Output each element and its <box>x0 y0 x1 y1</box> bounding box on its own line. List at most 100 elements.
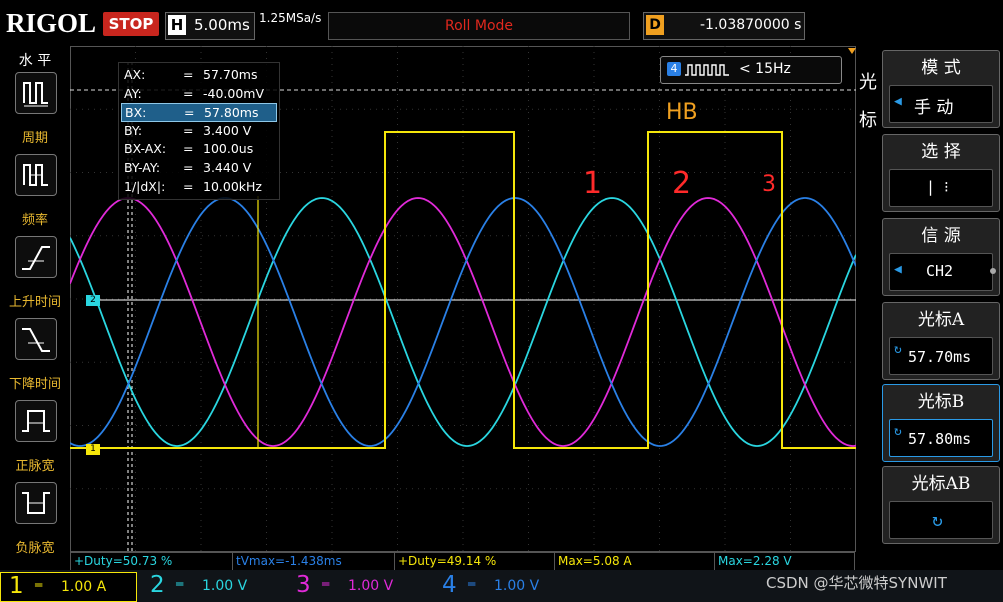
period-button[interactable] <box>15 72 57 114</box>
cursor-readout-row: AX: = 57.70ms <box>121 66 275 83</box>
negative-width-icon <box>22 492 50 514</box>
readout-key: BY: <box>124 122 143 138</box>
timebase-value: 5.00ms <box>194 16 250 34</box>
negative-width-label: 负脉宽 <box>15 541 55 556</box>
rotate-knob-icon: ↻ <box>932 510 943 531</box>
rise-time-button[interactable] <box>15 236 57 278</box>
trigger-status-box[interactable]: 4 < 15Hz <box>660 56 842 84</box>
readout-value: 57.70ms <box>203 67 258 82</box>
readout-value: 3.440 V <box>203 160 252 175</box>
pulse-train-icon <box>685 64 729 76</box>
readout-key: BX: <box>125 105 147 121</box>
coupling-icon: ═ <box>322 577 330 591</box>
cursor-readout-row: BY-AY: = 3.440 V <box>121 159 275 176</box>
timebase-key: H <box>168 15 186 35</box>
readout-equals: = <box>183 178 194 194</box>
delay-box[interactable]: D -1.03870000 s <box>643 12 805 40</box>
fall-time-button[interactable] <box>15 318 57 360</box>
cursor-readout-panel: AX: = 57.70ms AY: = -40.00mV BX: = 57.80ms BY: = 3.… <box>118 62 280 200</box>
readout-key: AX: <box>124 67 146 82</box>
channel-number: 4 <box>442 572 457 598</box>
readout-equals: = <box>184 105 195 121</box>
cursor-readout-row: BX: = 57.80ms <box>121 103 277 123</box>
side-label-1: 光 <box>859 72 877 93</box>
select-value: | ⁝ <box>926 178 949 196</box>
frequency-label: 频率 <box>21 213 48 228</box>
measurement-ch2-max[interactable]: Max=2.28 V <box>714 552 855 571</box>
readout-value: 57.80ms <box>204 105 259 121</box>
select-title: 选 择 <box>921 142 961 162</box>
readout-equals: = <box>183 160 194 175</box>
fall-time-icon <box>22 328 50 352</box>
period-label: 周期 <box>21 131 48 146</box>
channel-1-status[interactable]: 1 ═ 1.00 A <box>0 572 137 602</box>
readout-key: AY: <box>124 85 142 101</box>
channel-number: 2 <box>150 572 165 598</box>
cursor-b-title: 光标B <box>917 392 965 412</box>
measurement-ch4-tvmax[interactable]: tVmax=-1.438ms <box>232 552 395 571</box>
select-menu-item[interactable]: 选 择 | ⁝ <box>882 134 1000 212</box>
measurement-ch1-max[interactable]: Max=5.08 A <box>554 552 715 571</box>
channel-2-status[interactable]: 2 ═ 1.00 V <box>142 572 277 600</box>
readout-equals: = <box>183 122 194 138</box>
frequency-icon <box>23 164 48 186</box>
cursor-a-menu-item[interactable]: 光标A ↻ 57.70ms <box>882 302 1000 380</box>
sample-rate: 1.25MSa/s <box>259 11 322 25</box>
delay-key: D <box>646 15 664 35</box>
measurement-strip: +Duty=50.73 % tVmax=-1.438ms +Duty=49.14… <box>70 552 856 571</box>
ch2-offset-marker[interactable]: 2 <box>86 295 100 306</box>
frequency-button[interactable] <box>15 154 57 196</box>
cursor-readout-row: BY: = 3.400 V <box>121 122 275 139</box>
channel-number: 1 <box>9 573 24 599</box>
waveform-display[interactable]: AX: = 57.70ms AY: = -40.00mV BX: = 57.80ms BY: = 3.… <box>69 46 857 552</box>
measurement-ch2-duty[interactable]: +Duty=50.73 % <box>70 552 233 571</box>
timebase-box[interactable]: H 5.00ms <box>165 12 255 40</box>
source-menu-item[interactable]: 信 源 ◀ CH2 <box>882 218 1000 296</box>
positive-width-label: 正脉宽 <box>15 459 55 474</box>
readout-key: 1/|dX|: <box>124 178 166 194</box>
channel-scale: 1.00 V <box>494 578 540 594</box>
trigger-position-marker <box>848 48 856 54</box>
brand-logo: RIGOL <box>6 8 97 38</box>
readout-value: 3.400 V <box>203 122 252 138</box>
fall-time-label: 下降时间 <box>8 377 61 392</box>
cursor-b-menu-item[interactable]: 光标B ↻ 57.80ms <box>882 384 1000 462</box>
negative-width-button[interactable] <box>15 482 57 524</box>
right-cursor-menu: 光 标 模 式 ◀ 手 动 选 择 | ⁝ 信 源 ◀ CH2 光标A ↻ 57… <box>856 46 1003 554</box>
run-stop-indicator[interactable]: STOP <box>103 12 159 36</box>
cursor-a-title: 光标A <box>917 310 965 330</box>
positive-width-button[interactable] <box>15 400 57 442</box>
cursor-a-value: 57.70ms <box>908 348 972 366</box>
readout-key: BY-AY: <box>124 160 161 175</box>
coupling-icon: ═ <box>35 578 43 592</box>
coupling-icon: ═ <box>176 577 184 591</box>
readout-key: BX-AX: <box>124 141 167 157</box>
rise-time-icon <box>22 246 50 270</box>
left-arrow-icon: ◀ <box>894 94 902 109</box>
trigger-channel-badge: 4 <box>667 62 681 76</box>
cursor-readout-row: 1/|dX|: = 10.00kHz <box>121 178 275 195</box>
mode-value: 手 动 <box>914 98 954 118</box>
readout-equals: = <box>183 85 194 101</box>
rotate-knob-icon: ↻ <box>894 342 902 357</box>
channel-3-status[interactable]: 3 ═ 1.00 V <box>288 572 423 600</box>
left-arrow-icon: ◀ <box>894 262 902 277</box>
measurement-ch1-duty[interactable]: +Duty=49.14 % <box>394 552 555 571</box>
cursor-ab-menu-item[interactable]: 光标AB ↻ <box>882 466 1000 544</box>
channel-scale: 1.00 A <box>61 579 107 595</box>
cursor-readout-row: AY: = -40.00mV <box>121 85 275 102</box>
mode-menu-item[interactable]: 模 式 ◀ 手 动 <box>882 50 1000 128</box>
rotate-knob-icon: ↻ <box>894 424 902 439</box>
readout-equals: = <box>183 67 194 82</box>
acquisition-mode: Roll Mode <box>328 12 630 40</box>
menu-page-dot <box>990 268 996 274</box>
channel-4-status[interactable]: 4 ═ 1.00 V <box>434 572 569 600</box>
mode-title: 模 式 <box>921 58 961 78</box>
readout-value: 10.00kHz <box>203 178 262 194</box>
left-menu-title: 水 平 <box>18 53 52 69</box>
ch1-offset-marker[interactable]: 1 <box>86 444 100 455</box>
channel-scale: 1.00 V <box>348 578 394 594</box>
readout-value: -40.00mV <box>203 85 265 101</box>
annotation-2: 2 <box>672 166 692 201</box>
left-measure-menu: 水 平 周期 频率 上升时间 下降时间 正脉宽 负脉宽 <box>0 46 70 556</box>
